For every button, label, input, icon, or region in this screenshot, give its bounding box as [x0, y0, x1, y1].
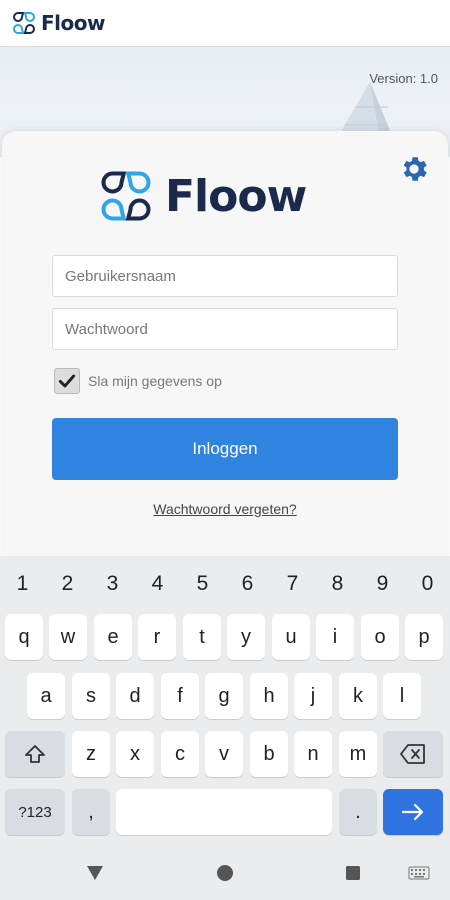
shift-icon	[25, 745, 45, 763]
key-i[interactable]: i	[316, 614, 354, 660]
backspace-icon	[400, 744, 425, 764]
key-r[interactable]: r	[138, 614, 176, 660]
key-8[interactable]: 8	[315, 556, 360, 611]
key-a[interactable]: a	[27, 673, 65, 719]
key-j[interactable]: j	[294, 673, 332, 719]
login-card: Floow Sla mijn gegevens op Inloggen Wach…	[2, 131, 448, 571]
key-y[interactable]: y	[227, 614, 265, 660]
key-k[interactable]: k	[339, 673, 377, 719]
key-row-2: a s d f g h j k l	[0, 673, 450, 719]
key-p[interactable]: p	[405, 614, 443, 660]
header-app-name: Floow	[41, 11, 105, 35]
key-7[interactable]: 7	[270, 556, 315, 611]
version-label: Version: 1.0	[369, 71, 438, 86]
key-3[interactable]: 3	[90, 556, 135, 611]
key-m[interactable]: m	[339, 731, 377, 777]
app-header: Floow	[0, 0, 450, 47]
key-t[interactable]: t	[183, 614, 221, 660]
key-e[interactable]: e	[94, 614, 132, 660]
key-5[interactable]: 5	[180, 556, 225, 611]
home-circle-icon	[217, 865, 233, 881]
comma-key[interactable]: ,	[72, 789, 110, 835]
key-x[interactable]: x	[116, 731, 154, 777]
key-1[interactable]: 1	[0, 556, 45, 611]
floow-logo-icon	[13, 12, 35, 34]
forgot-password-link[interactable]: Wachtwoord vergeten?	[2, 501, 448, 517]
shift-key[interactable]	[5, 731, 65, 777]
number-row: 1 2 3 4 5 6 7 8 9 0	[0, 556, 450, 611]
enter-arrow-icon	[401, 803, 424, 821]
key-q[interactable]: q	[5, 614, 43, 660]
login-button[interactable]: Inloggen	[52, 418, 398, 480]
key-w[interactable]: w	[49, 614, 87, 660]
remember-row: Sla mijn gegevens op	[54, 368, 222, 394]
key-4[interactable]: 4	[135, 556, 180, 611]
key-s[interactable]: s	[72, 673, 110, 719]
keyboard-icon	[408, 866, 430, 880]
username-input[interactable]	[52, 255, 398, 297]
key-row-4: ?123 , .	[0, 789, 450, 835]
key-o[interactable]: o	[361, 614, 399, 660]
space-key[interactable]	[116, 789, 332, 835]
key-row-3: z x c v b n m	[0, 731, 450, 777]
recents-button[interactable]	[338, 846, 368, 900]
recents-square-icon	[346, 866, 360, 880]
logo-wordmark: Floow	[165, 170, 307, 222]
key-u[interactable]: u	[272, 614, 310, 660]
key-d[interactable]: d	[116, 673, 154, 719]
key-l[interactable]: l	[383, 673, 421, 719]
key-6[interactable]: 6	[225, 556, 270, 611]
checkmark-icon	[58, 374, 76, 388]
onscreen-keyboard: 1 2 3 4 5 6 7 8 9 0 q w e r t y u i o p …	[0, 556, 450, 846]
enter-key[interactable]	[383, 789, 443, 835]
key-9[interactable]: 9	[360, 556, 405, 611]
key-h[interactable]: h	[250, 673, 288, 719]
key-b[interactable]: b	[250, 731, 288, 777]
remember-checkbox[interactable]	[54, 368, 80, 394]
gear-icon[interactable]	[398, 153, 430, 185]
back-triangle-icon	[87, 866, 103, 880]
key-0[interactable]: 0	[405, 556, 450, 611]
key-v[interactable]: v	[205, 731, 243, 777]
key-z[interactable]: z	[72, 731, 110, 777]
key-c[interactable]: c	[161, 731, 199, 777]
key-f[interactable]: f	[161, 673, 199, 719]
system-nav-bar	[0, 846, 450, 900]
main-logo: Floow	[99, 169, 307, 223]
password-input[interactable]	[52, 308, 398, 350]
symbols-key[interactable]: ?123	[5, 789, 65, 835]
floow-logo-icon	[101, 171, 151, 221]
remember-label: Sla mijn gegevens op	[88, 373, 222, 389]
key-2[interactable]: 2	[45, 556, 90, 611]
period-key[interactable]: .	[339, 789, 377, 835]
key-g[interactable]: g	[205, 673, 243, 719]
header-logo: Floow	[12, 11, 105, 35]
key-row-1: q w e r t y u i o p	[0, 614, 450, 660]
backspace-key[interactable]	[383, 731, 443, 777]
home-button[interactable]	[210, 846, 240, 900]
keyboard-switch-button[interactable]	[402, 846, 436, 900]
key-n[interactable]: n	[294, 731, 332, 777]
back-button[interactable]	[80, 846, 110, 900]
